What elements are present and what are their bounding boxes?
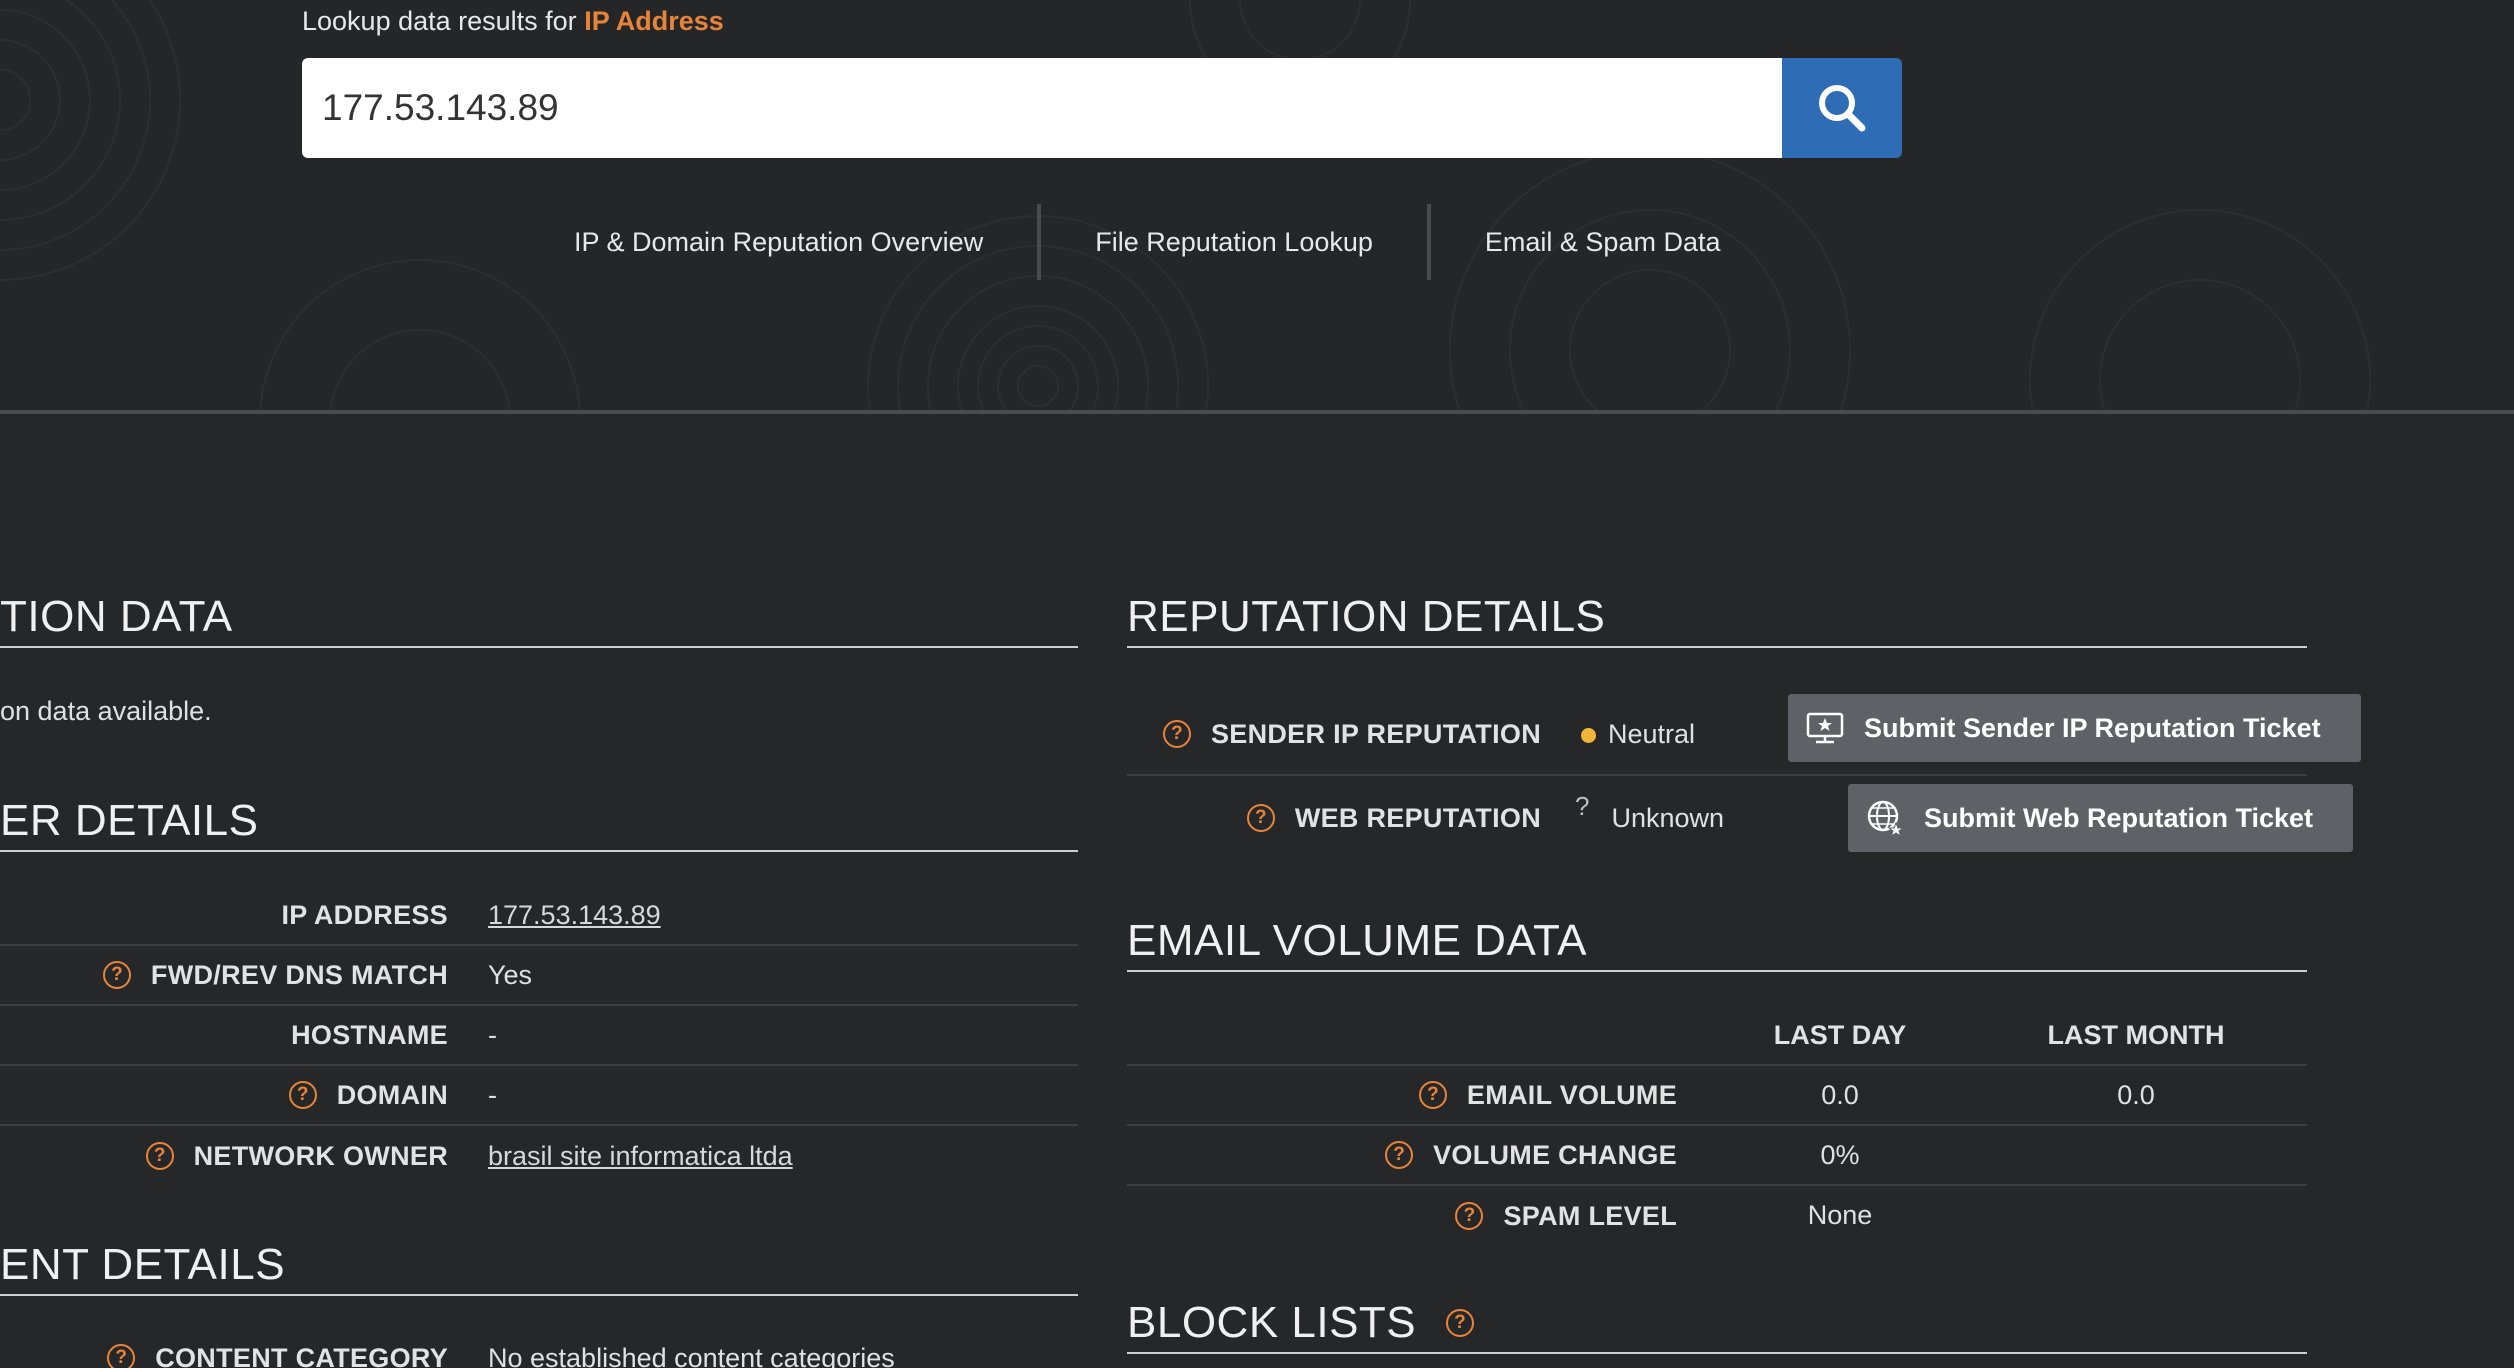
owner-row-network-owner: ? NETWORK OWNER brasil site informatica l… — [0, 1126, 1078, 1186]
block-lists-header: BLOCK LISTS ? — [1127, 1298, 2307, 1354]
spam-level-last-day: None — [1807, 1200, 1873, 1230]
help-icon[interactable]: ? — [1246, 804, 1275, 832]
owner-row-dns-match: ? FWD/REV DNS MATCH Yes — [0, 946, 1078, 1006]
nav-file-reputation[interactable]: File Reputation Lookup — [1041, 204, 1427, 280]
monitor-star-icon — [1806, 712, 1844, 744]
email-volume-last-month: 0.0 — [2117, 1080, 2155, 1110]
email-volume-last-day: 0.0 — [1821, 1080, 1859, 1110]
block-lists-title: BLOCK LISTS — [1127, 1298, 1417, 1347]
nav-email-spam[interactable]: Email & Spam Data — [1431, 204, 1775, 280]
owner-row-value: Yes — [488, 959, 533, 990]
owner-row-label: DOMAIN — [336, 1079, 448, 1110]
owner-row-label: HOSTNAME — [291, 1019, 448, 1050]
location-message: on data available. — [0, 696, 212, 726]
spam-level-label: SPAM LEVEL — [1503, 1200, 1677, 1231]
owner-row-ip-address: IP ADDRESS 177.53.143.89 — [0, 886, 1078, 946]
help-icon[interactable]: ? — [1446, 1309, 1475, 1337]
owner-row-label: FWD/REV DNS MATCH — [150, 959, 448, 990]
location-data-title: TION DATA — [0, 592, 1078, 648]
help-icon[interactable]: ? — [1418, 1081, 1447, 1109]
owner-row-label: NETWORK OWNER — [193, 1140, 448, 1171]
sender-ip-reputation-text: Neutral — [1608, 718, 1696, 749]
owner-row-value: - — [488, 1019, 497, 1050]
network-owner-link[interactable]: brasil site informatica ltda — [488, 1141, 793, 1172]
owner-row-domain: ? DOMAIN - — [0, 1066, 1078, 1126]
help-icon[interactable]: ? — [288, 1081, 317, 1109]
column-header-last-month: LAST MONTH — [2047, 1020, 2225, 1050]
submit-web-reputation-ticket-label: Submit Web Reputation Ticket — [1924, 802, 2314, 833]
lookup-label: Lookup data results for IP Address — [302, 6, 724, 37]
search-input[interactable] — [302, 58, 1782, 158]
volume-change-row: ? VOLUME CHANGE — [1127, 1126, 2307, 1186]
ip-address-link[interactable]: 177.53.143.89 — [488, 900, 661, 931]
owner-row-hostname: HOSTNAME - — [0, 1006, 1078, 1066]
unknown-question-icon: ? — [1575, 790, 1590, 821]
content-row-value: No established content categories — [488, 1342, 895, 1368]
email-volume-label: EMAIL VOLUME — [1466, 1079, 1677, 1110]
lookup-prefix: Lookup data results for — [302, 6, 577, 36]
content-row-label: CONTENT CATEGORY — [155, 1342, 448, 1368]
help-icon[interactable]: ? — [145, 1142, 174, 1170]
owner-details-title: ER DETAILS — [0, 796, 1078, 852]
volume-change-last-day: 0% — [1820, 1140, 1860, 1170]
help-icon[interactable]: ? — [107, 1344, 136, 1368]
web-reputation-label: WEB REPUTATION — [1294, 802, 1541, 833]
owner-row-value: - — [488, 1079, 497, 1110]
help-icon[interactable]: ? — [102, 961, 131, 989]
search-bar — [302, 58, 1902, 158]
sender-ip-reputation-value: Neutral — [1581, 719, 1695, 750]
owner-row-label: IP ADDRESS — [281, 899, 448, 930]
content-row-category: ? CONTENT CATEGORY No established content… — [0, 1328, 1078, 1368]
search-icon — [1819, 85, 1866, 132]
web-reputation-value: ? Unknown — [1575, 791, 1725, 834]
search-button[interactable] — [1782, 58, 1902, 158]
column-header-last-day: LAST DAY — [1773, 1020, 1907, 1050]
spam-level-row: ? SPAM LEVEL — [1127, 1186, 2307, 1246]
help-icon[interactable]: ? — [1455, 1202, 1484, 1230]
help-icon[interactable]: ? — [1385, 1141, 1414, 1169]
help-icon[interactable]: ? — [1162, 720, 1191, 748]
nav-ip-domain-overview[interactable]: IP & Domain Reputation Overview — [520, 204, 1037, 280]
neutral-status-dot — [1581, 727, 1596, 743]
web-reputation-text: Unknown — [1611, 802, 1725, 833]
submit-sender-ip-ticket-button[interactable]: Submit Sender IP Reputation Ticket — [1788, 694, 2361, 762]
content-details-title: ENT DETAILS — [0, 1240, 1078, 1296]
sender-ip-reputation-label: SENDER IP REPUTATION — [1210, 718, 1541, 749]
volume-change-label: VOLUME CHANGE — [1433, 1139, 1677, 1170]
lookup-nav: IP & Domain Reputation Overview File Rep… — [520, 204, 1774, 280]
email-volume-title: EMAIL VOLUME DATA — [1127, 916, 2307, 972]
lookup-hero: Lookup data results for IP Address IP & … — [0, 0, 2514, 414]
lookup-type: IP Address — [584, 6, 724, 36]
reputation-details-title: REPUTATION DETAILS — [1127, 592, 2307, 648]
submit-web-reputation-ticket-button[interactable]: Submit Web Reputation Ticket — [1848, 784, 2354, 852]
submit-sender-ip-ticket-label: Submit Sender IP Reputation Ticket — [1864, 712, 2321, 743]
globe-star-icon — [1867, 800, 1904, 837]
